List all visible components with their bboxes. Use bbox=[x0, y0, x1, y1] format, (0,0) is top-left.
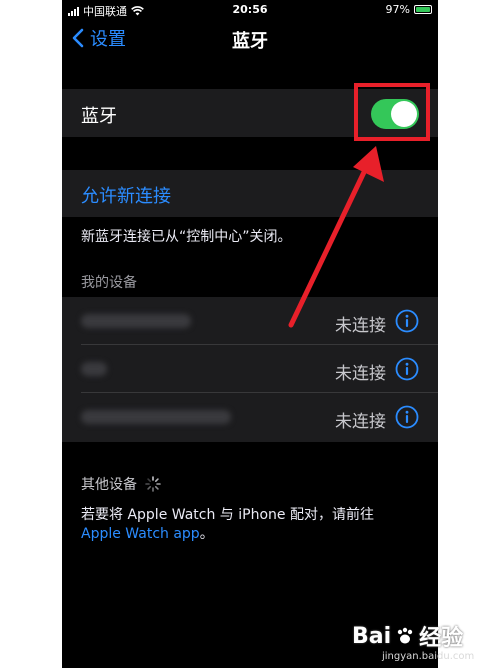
watermark-url: jingyan.baidu.com bbox=[382, 651, 475, 662]
watermark-brand-suffix: 经验 bbox=[419, 626, 464, 651]
red-arrow-annotation bbox=[288, 146, 384, 328]
paw-icon bbox=[397, 627, 413, 644]
baidu-watermark: Bai 经验 bbox=[352, 620, 463, 652]
watermark-brand: Bai bbox=[352, 623, 392, 649]
